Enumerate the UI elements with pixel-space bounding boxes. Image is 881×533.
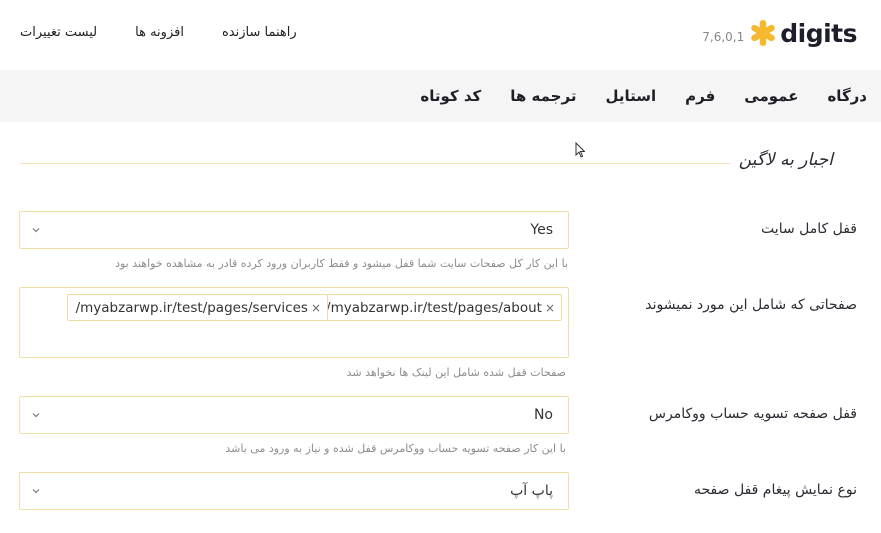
page-tag-label: /myabzarwp.ir/test/pages/services [75,299,308,316]
tab-shortcodes[interactable]: کد کوتاه [420,87,481,105]
page-tag: /myabzarwp.ir/test/pages/about × [317,294,562,321]
page-tag-label: /myabzarwp.ir/test/pages/about [326,299,542,316]
site-lock-help: با این کار کل صفحات سایت شما قفل میشود و… [115,257,568,270]
tab-form[interactable]: فرم [685,87,715,105]
asterisk-logo-icon [751,20,775,46]
chevron-down-icon [32,228,40,233]
site-lock-label: قفل کامل سایت [761,221,857,237]
version-label: 7,6,0,1 [702,30,745,44]
site-lock-select[interactable]: Yes [19,211,569,249]
header-links: لیست تغییرات افزونه ها راهنما سازنده [20,25,297,40]
checkout-lock-label: قفل صفحه تسویه حساب ووکامرس [648,406,857,422]
excluded-pages-input[interactable]: /myabzarwp.ir/test/pages/about × /myabza… [19,287,569,358]
tab-gateway[interactable]: درگاه [827,87,867,105]
mouse-pointer-icon [575,142,585,158]
settings-tabs: درگاه عمومی فرم استایل ترجمه ها کد کوتاه [420,70,867,122]
top-header: 7,6,0,1 digits لیست تغییرات افزونه ها را… [0,0,881,70]
checkout-lock-select[interactable]: No [19,396,569,434]
page-tag: /myabzarwp.ir/test/pages/services × [66,294,328,321]
remove-tag-icon[interactable]: × [545,301,555,315]
digits-logo[interactable]: 7,6,0,1 digits [702,18,857,48]
site-lock-value: Yes [530,222,553,238]
section-title: اجبار به لاگین [732,150,833,170]
lock-message-type-select[interactable]: پاپ آپ [19,472,569,510]
chevron-down-icon [32,489,40,494]
lock-message-type-value: پاپ آپ [510,483,553,499]
remove-tag-icon[interactable]: × [311,301,321,315]
lock-message-type-label: نوع نمایش پیغام قفل صفحه [694,482,857,498]
chevron-down-icon [32,413,40,418]
changelog-link[interactable]: لیست تغییرات [20,25,97,40]
developer-guide-link[interactable]: راهنما سازنده [222,25,297,40]
section-divider [20,163,730,164]
tab-style[interactable]: استایل [605,87,656,105]
addons-link[interactable]: افزونه ها [135,25,184,40]
settings-tabs-bar: درگاه عمومی فرم استایل ترجمه ها کد کوتاه [0,70,881,122]
excluded-pages-label: صفحاتی که شامل این مورد نمیشوند [645,297,857,313]
logo-wordmark: digits [780,18,857,48]
tab-translations[interactable]: ترجمه ها [510,87,576,105]
checkout-lock-help: با این کار صفحه تسویه حساب ووکامرس قفل ش… [225,442,566,455]
checkout-lock-value: No [533,407,553,423]
tab-general[interactable]: عمومی [744,87,798,105]
excluded-pages-help: صفحات قفل شده شامل این لینک ها نخواهد شد [346,366,566,379]
